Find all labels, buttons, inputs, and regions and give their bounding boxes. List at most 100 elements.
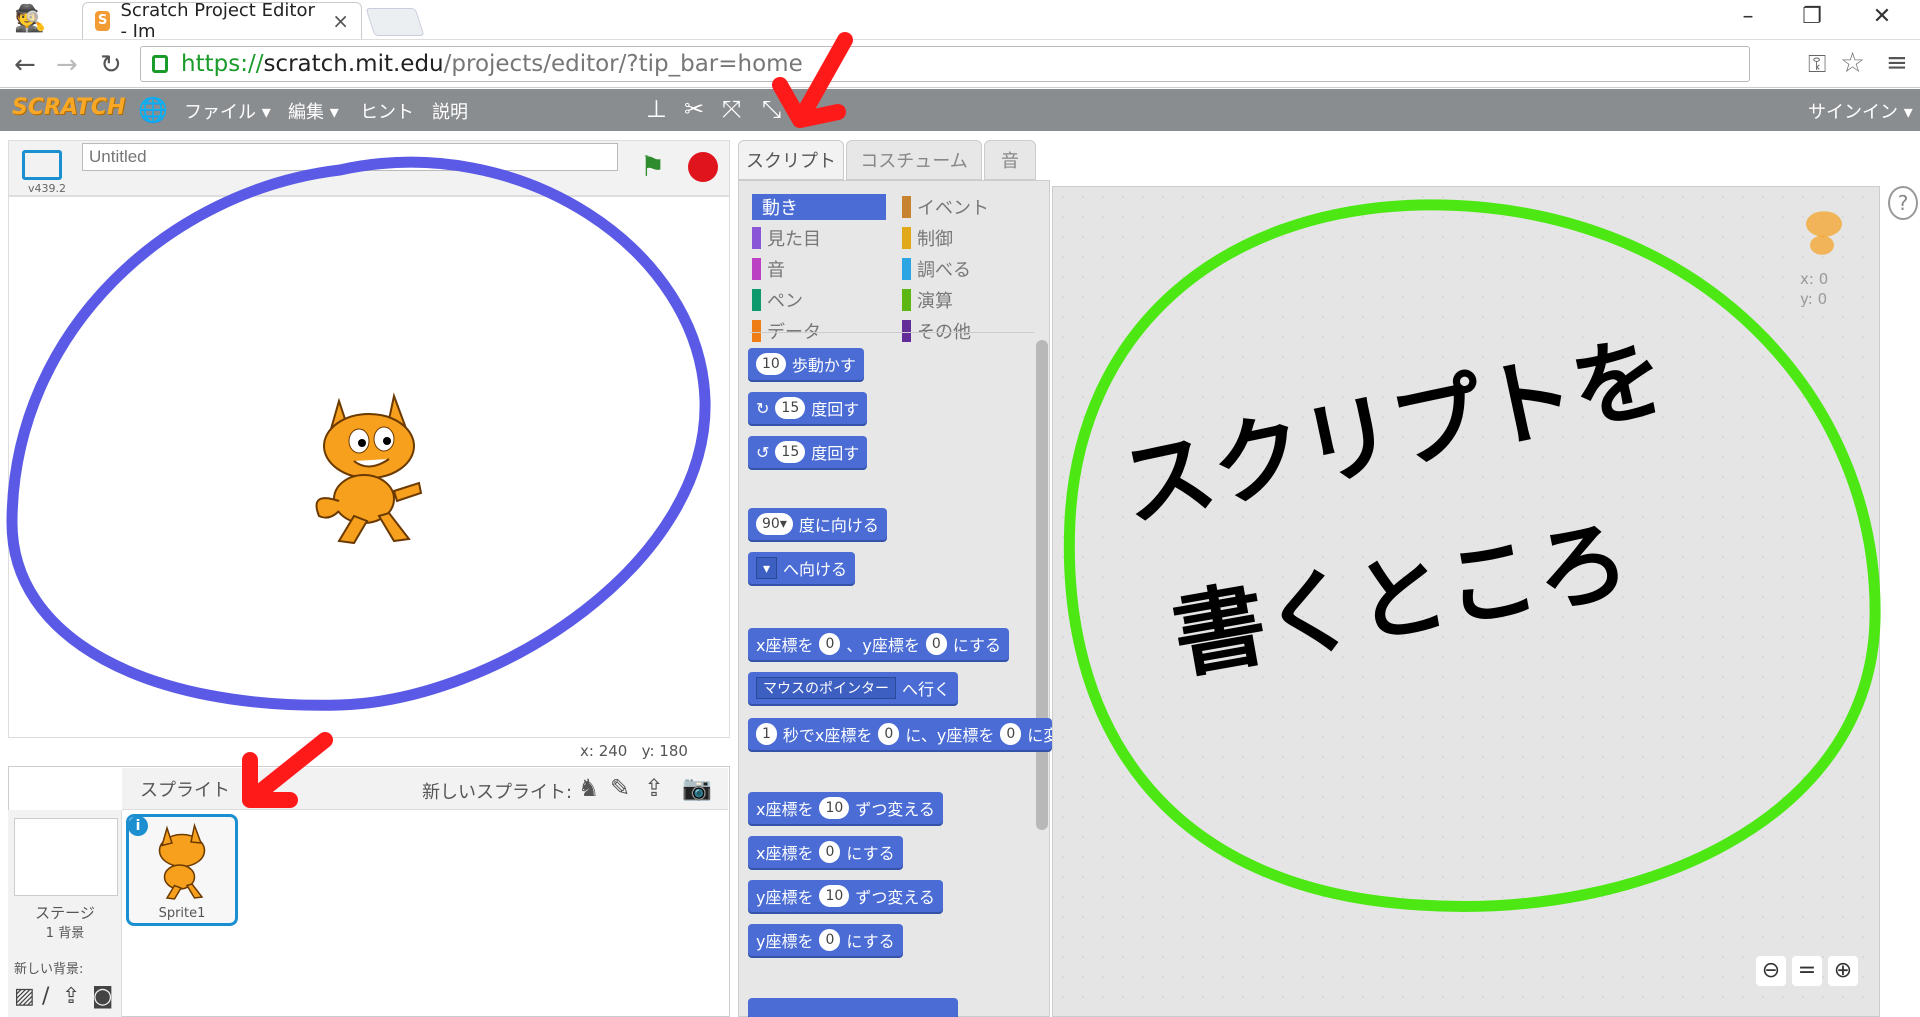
block-set-y[interactable]: y座標を 0 にする: [748, 924, 903, 956]
category-left-3[interactable]: ペン: [752, 287, 886, 313]
stage-coordinates: x: 240 y: 180: [580, 742, 688, 760]
project-title-input[interactable]: [82, 143, 618, 171]
new-backdrop-label: 新しい背景:: [14, 962, 84, 977]
green-flag-icon[interactable]: ⚑: [640, 150, 665, 183]
block-change-x[interactable]: x座標を 10 ずつ変える: [748, 792, 943, 824]
category-right-1[interactable]: 制御: [902, 225, 989, 251]
block-point-towards[interactable]: ▾ へ向ける: [748, 552, 856, 584]
block-set-x[interactable]: x座標を 0 にする: [748, 836, 903, 868]
zoom-in-icon[interactable]: ⊕: [1828, 956, 1858, 986]
palette-scrollbar[interactable]: [1036, 340, 1048, 830]
category-left-2[interactable]: 音: [752, 256, 886, 282]
category-right-0[interactable]: イベント: [902, 194, 989, 220]
paint-sprite-icon[interactable]: ✎: [610, 774, 630, 802]
scratch-cat-sprite[interactable]: [299, 391, 439, 551]
category-label: その他: [917, 322, 971, 343]
bookmark-star-icon[interactable]: ☆: [1840, 46, 1865, 79]
camera-backdrop-icon[interactable]: ◙: [92, 984, 113, 1009]
tab-costumes[interactable]: コスチューム: [846, 140, 982, 180]
url-field[interactable]: https://scratch.mit.edu/projects/editor/…: [140, 46, 1750, 82]
category-right-3[interactable]: 演算: [902, 287, 989, 313]
block-turn-right[interactable]: ↻ 15 度回す: [748, 392, 868, 424]
paint-backdrop-icon[interactable]: /: [42, 984, 49, 1009]
script-area[interactable]: [1052, 186, 1880, 1017]
palette-divider: [750, 332, 1034, 333]
stage-thumbnail[interactable]: [14, 818, 118, 896]
category-label: ペン: [767, 291, 803, 312]
category-label: 制御: [917, 229, 953, 250]
shrink-icon[interactable]: ⤡: [762, 95, 781, 123]
block-change-y[interactable]: y座標を 10 ずつ変える: [748, 880, 943, 912]
grow-icon[interactable]: ⤧: [722, 95, 741, 123]
block-move-steps[interactable]: 10 歩動かす: [748, 348, 864, 380]
reload-icon[interactable]: ↻: [100, 50, 122, 80]
block-goto-xy[interactable]: x座標を 0 、y座標を 0 にする: [748, 628, 1009, 660]
dropdown-chevron-icon[interactable]: ▾: [756, 557, 778, 579]
sprite-info-icon[interactable]: i: [128, 816, 148, 836]
category-right-2[interactable]: 調べる: [902, 256, 989, 282]
category-label: 動き: [762, 198, 798, 219]
key-icon[interactable]: ⚿: [1808, 50, 1826, 78]
category-left-4[interactable]: データ: [752, 318, 886, 344]
category-swatch: [902, 196, 911, 218]
tab-title: Scratch Project Editor - Im: [120, 0, 315, 42]
forward-icon[interactable]: →: [56, 50, 78, 80]
stage-canvas[interactable]: [8, 196, 730, 738]
scratch-favicon: S: [95, 11, 111, 31]
turn-right-icon: ↻: [756, 398, 770, 418]
turn-left-icon: ↺: [756, 442, 770, 462]
backdrop-library-icon[interactable]: ▨: [14, 984, 35, 1009]
version-label: v439.2: [28, 182, 67, 195]
duplicate-stamp-icon[interactable]: ⊥: [646, 95, 667, 123]
new-tab-button[interactable]: [365, 8, 425, 36]
category-label: 音: [767, 260, 785, 281]
category-swatch: [902, 289, 911, 311]
block-turn-left[interactable]: ↺ 15 度回す: [748, 436, 868, 468]
category-swatch: [752, 258, 761, 280]
zoom-out-icon[interactable]: ⊖: [1756, 956, 1786, 986]
tab-scripts[interactable]: スクリプト: [738, 140, 844, 180]
camera-sprite-icon[interactable]: 📷: [682, 774, 712, 802]
new-sprite-label: 新しいスプライト:: [422, 782, 573, 803]
restore-icon[interactable]: ❐: [1792, 4, 1832, 29]
language-globe-icon[interactable]: 🌐: [138, 96, 168, 124]
menu-about[interactable]: 説明: [432, 98, 468, 124]
tab-sounds[interactable]: 音: [984, 140, 1036, 180]
help-icon[interactable]: ?: [1888, 186, 1918, 220]
signin-button[interactable]: サインイン ▾: [1808, 98, 1913, 124]
category-left-0[interactable]: 動き: [752, 194, 886, 220]
menu-file[interactable]: ファイル ▾: [184, 98, 271, 124]
block-point-direction[interactable]: 90▾ 度に向ける: [748, 508, 887, 540]
back-icon[interactable]: ←: [14, 50, 36, 80]
block-glide[interactable]: 1 秒でx座標を 0 に、y座標を 0 に変: [748, 718, 1052, 750]
block-goto[interactable]: マウスのポインター へ行く: [748, 672, 959, 704]
upload-sprite-icon[interactable]: ⇪: [644, 774, 664, 802]
category-swatch: [752, 289, 761, 311]
category-label: 調べる: [917, 260, 971, 281]
delete-scissors-icon[interactable]: ✂: [684, 95, 704, 123]
category-right-4[interactable]: その他: [902, 318, 989, 344]
close-window-icon[interactable]: ✕: [1862, 4, 1902, 29]
stop-icon[interactable]: [688, 152, 718, 182]
incognito-icon: 🕵: [14, 4, 47, 34]
browser-tab[interactable]: S Scratch Project Editor - Im ×: [82, 0, 362, 42]
sprite-thumb-cat: [158, 823, 206, 900]
close-tab-icon[interactable]: ×: [332, 9, 349, 33]
menu-tips[interactable]: ヒント: [360, 98, 414, 124]
minimize-icon[interactable]: –: [1728, 4, 1768, 29]
sprite-y-readout: y: 0: [1800, 290, 1828, 308]
category-list-left: 動き見た目音ペンデータ: [752, 194, 886, 349]
category-left-1[interactable]: 見た目: [752, 225, 886, 251]
choose-sprite-icon[interactable]: ♞: [578, 774, 600, 802]
category-swatch: [902, 227, 911, 249]
category-swatch: [902, 258, 911, 280]
block-partial[interactable]: [748, 998, 958, 1017]
menu-edit[interactable]: 編集 ▾: [288, 98, 339, 124]
category-label: 演算: [917, 291, 953, 312]
category-label: 見た目: [767, 229, 821, 250]
fullscreen-icon[interactable]: [22, 150, 62, 180]
upload-backdrop-icon[interactable]: ⇪: [62, 984, 80, 1009]
chrome-menu-icon[interactable]: ≡: [1886, 48, 1908, 78]
zoom-reset-icon[interactable]: =: [1792, 956, 1822, 986]
scratch-logo[interactable]: SCRATCH: [12, 95, 125, 120]
